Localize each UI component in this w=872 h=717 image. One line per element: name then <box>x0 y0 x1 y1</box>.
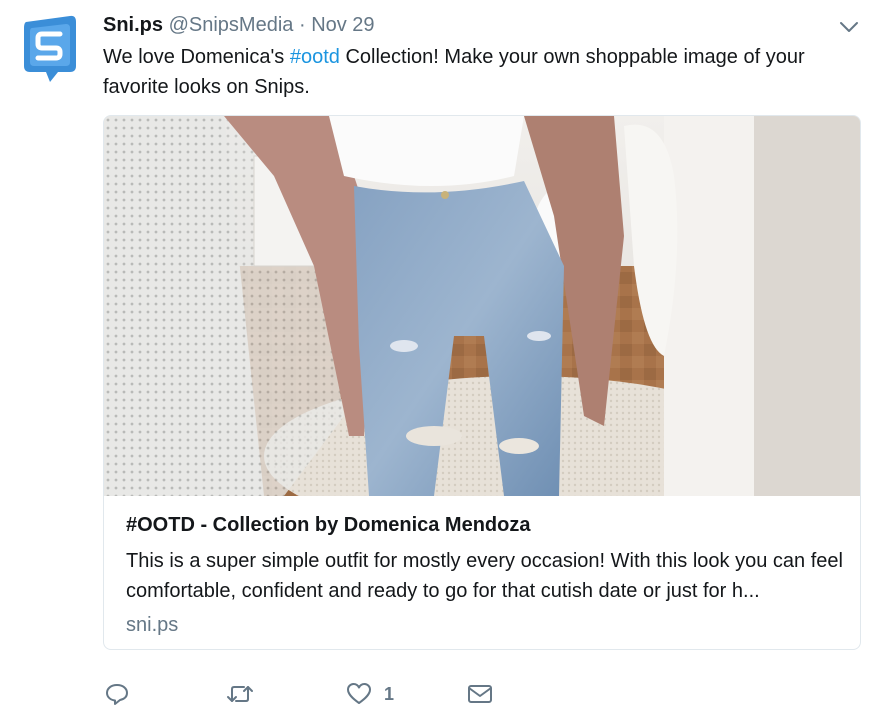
chevron-down-icon[interactable] <box>838 16 860 38</box>
card-body: #OOTD - Collection by Domenica Mendoza T… <box>126 512 846 640</box>
hashtag-link[interactable]: #ootd <box>290 46 340 68</box>
envelope-icon <box>467 681 493 707</box>
tweet: Sni.ps @SnipsMedia · Nov 29 We love Dome… <box>0 0 872 717</box>
link-card[interactable]: #OOTD - Collection by Domenica Mendoza T… <box>103 115 861 650</box>
display-name[interactable]: Sni.ps <box>103 14 163 36</box>
reply-icon <box>104 681 130 707</box>
action-bar: 1 <box>104 680 604 708</box>
tweet-date[interactable]: Nov 29 <box>311 14 374 36</box>
like-count: 1 <box>384 683 395 704</box>
reply-button[interactable] <box>104 680 130 708</box>
retweet-icon <box>226 681 254 707</box>
card-image[interactable] <box>104 116 860 536</box>
snips-logo-icon[interactable] <box>20 14 80 84</box>
tweet-text: We love Domenica's #ootd Collection! Mak… <box>103 42 863 102</box>
heart-icon <box>346 681 372 707</box>
retweet-button[interactable] <box>226 680 254 708</box>
card-description: This is a super simple outfit for mostly… <box>126 550 843 602</box>
card-domain: sni.ps <box>126 614 179 636</box>
card-title[interactable]: #OOTD - Collection by Domenica Mendoza <box>126 512 846 538</box>
tweet-text-part: We love Domenica's <box>103 46 290 68</box>
tweet-header: Sni.ps @SnipsMedia · Nov 29 <box>103 12 375 38</box>
like-button[interactable]: 1 <box>346 680 394 708</box>
separator-dot: · <box>298 14 306 36</box>
user-handle[interactable]: @SnipsMedia <box>169 14 294 36</box>
direct-message-button[interactable] <box>467 680 493 708</box>
